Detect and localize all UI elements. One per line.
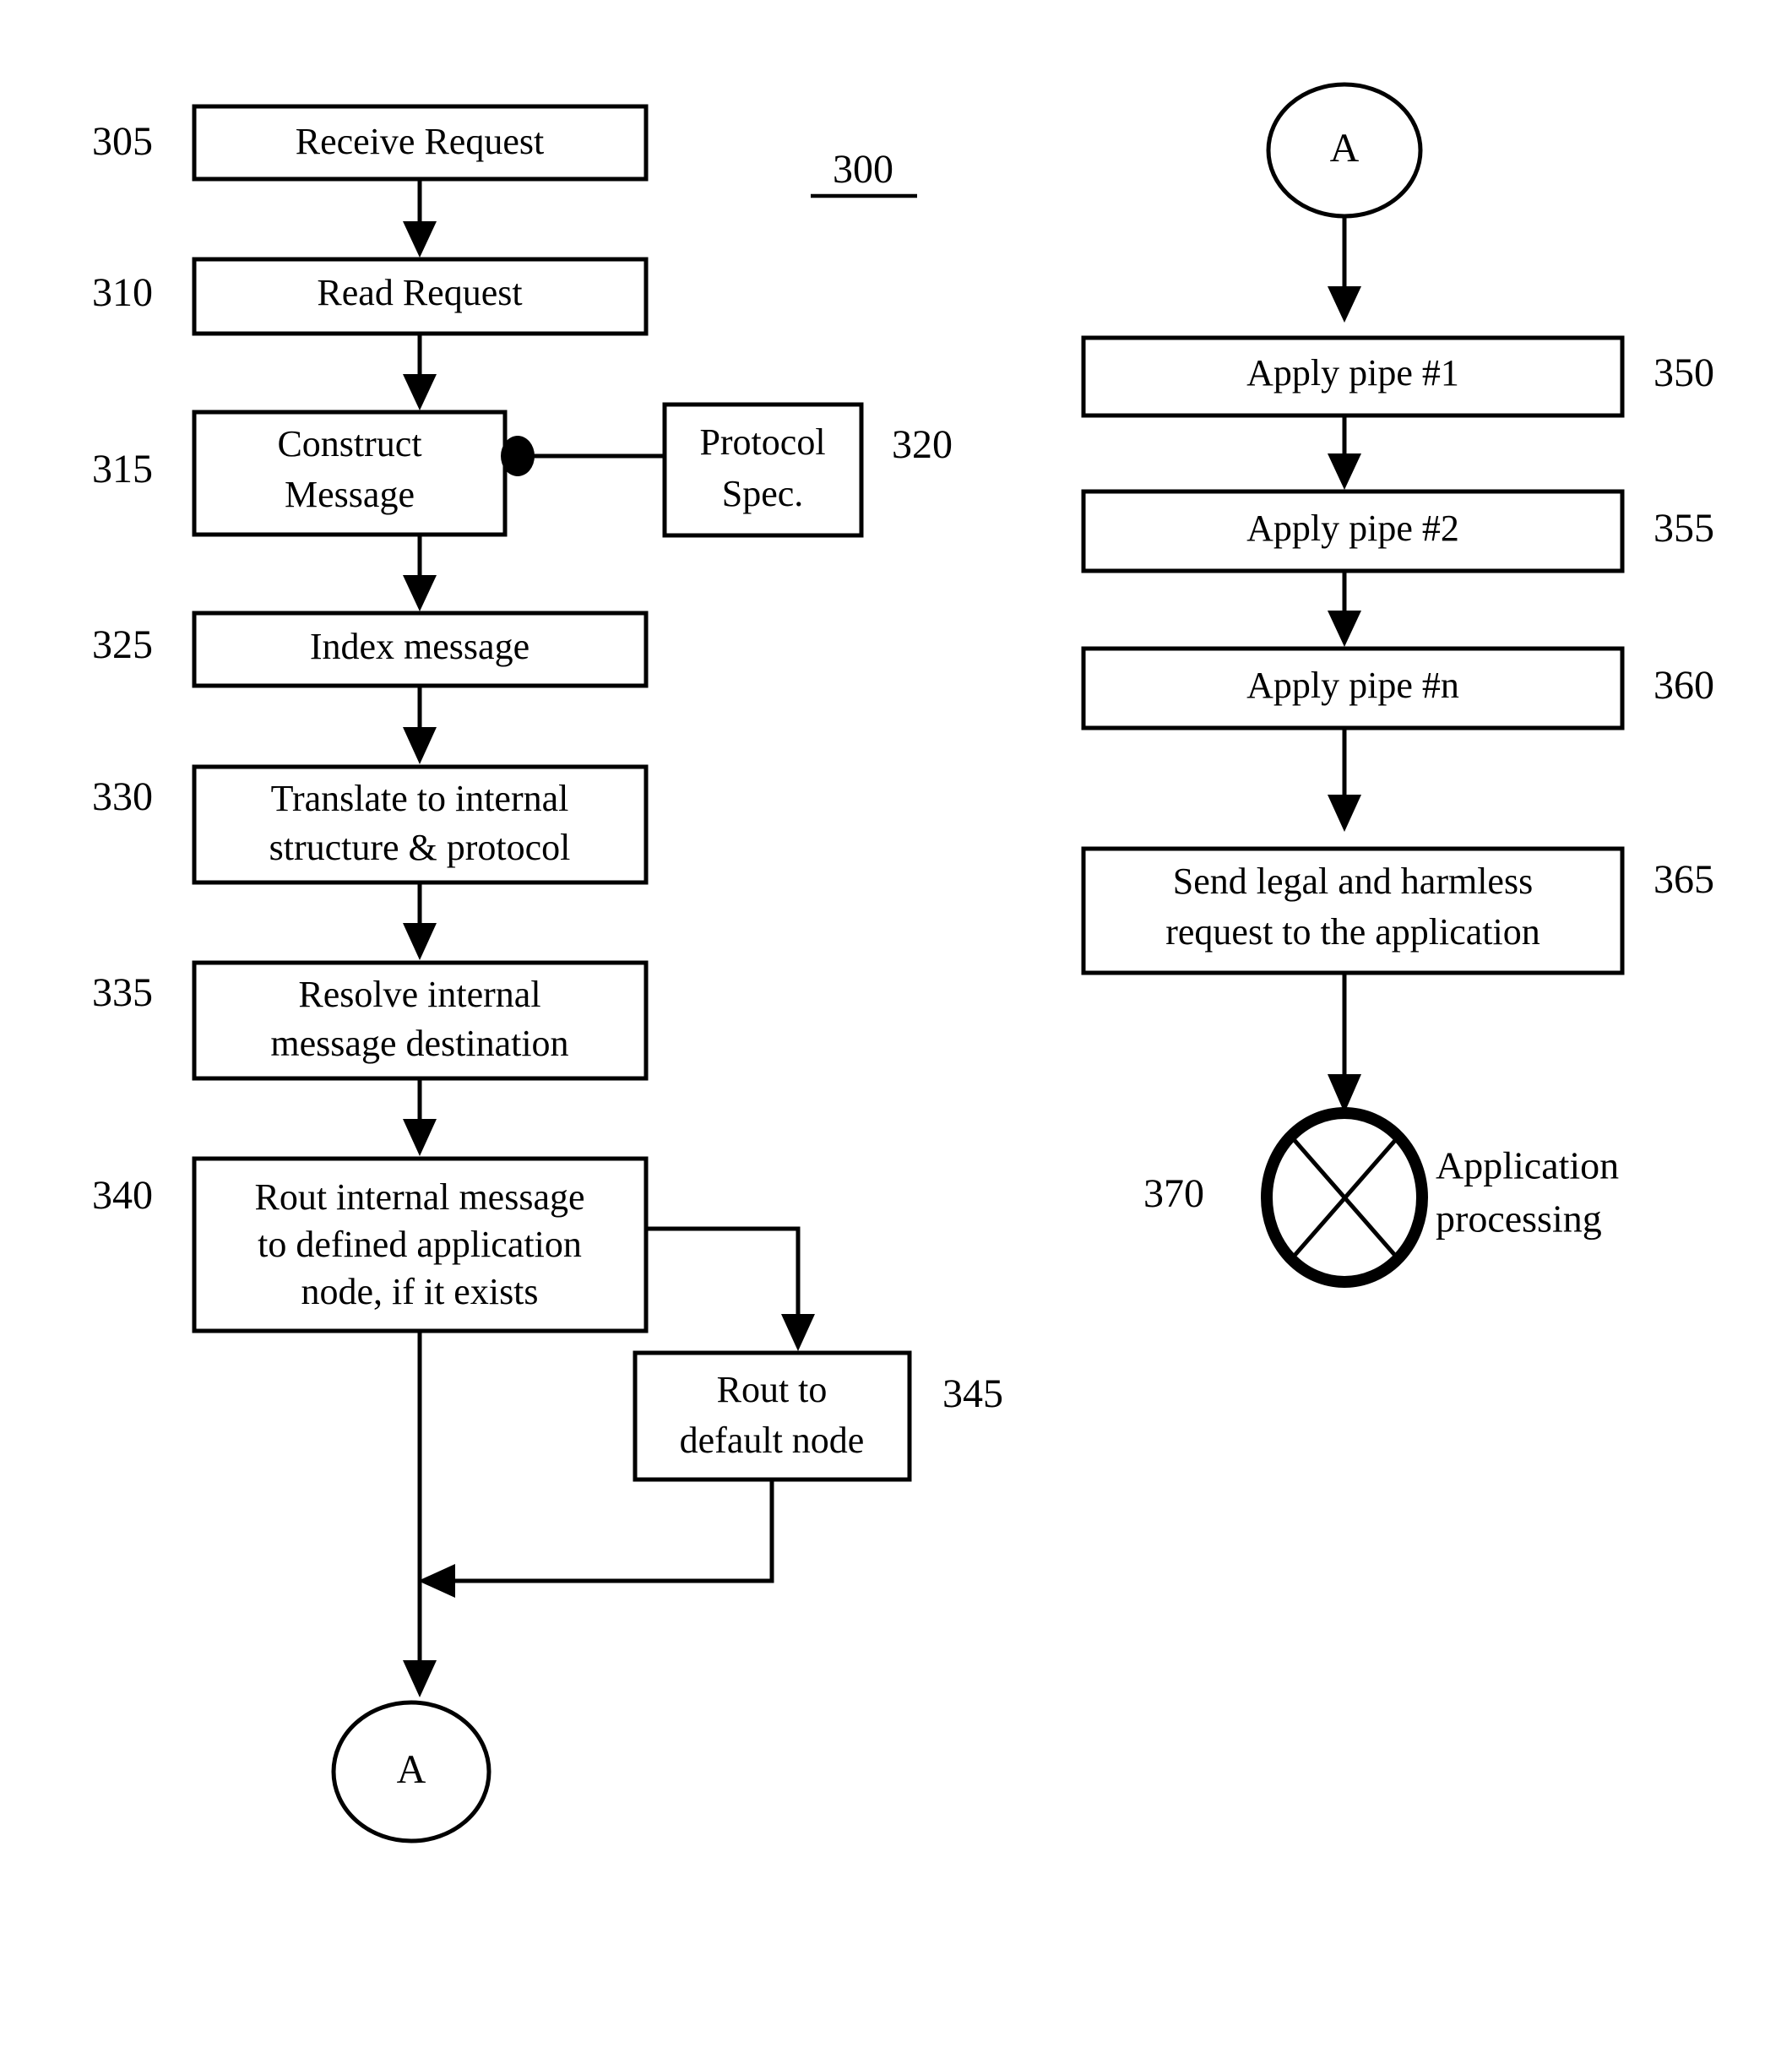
arrow-330-to-335 [403, 882, 437, 960]
figure-number-group: 300 [811, 147, 917, 198]
step-355-group[interactable]: Apply pipe #2 355 [1081, 489, 1714, 573]
step-305-group[interactable]: 305 Receive Request [92, 104, 649, 182]
step-label-construct-message-line1: Construct [277, 423, 421, 464]
connector-a-exit-group[interactable]: A [331, 1700, 491, 1843]
step-label-protocol-spec-line2: Spec. [722, 473, 804, 514]
patent-figure-canvas: 300 305 Receive Request 310 Read Request [0, 0, 1792, 2047]
step-label-read-request: Read Request [317, 272, 522, 313]
step-label-send-line2: request to the application [1165, 911, 1540, 953]
terminal-label-line1: Application [1436, 1144, 1619, 1187]
protocol-spec-link-group [501, 436, 667, 476]
ref-number-350: 350 [1654, 350, 1714, 395]
step-label-send-line1: Send legal and harmless [1173, 861, 1533, 902]
connector-a-entry-label: A [1330, 126, 1360, 171]
ref-number-305: 305 [92, 119, 153, 164]
step-label-translate-line1: Translate to internal [271, 778, 569, 819]
ref-number-345: 345 [942, 1371, 1003, 1416]
arrow-335-to-340 [403, 1078, 437, 1156]
step-310-group[interactable]: 310 Read Request [92, 257, 649, 336]
ref-number-310: 310 [92, 270, 153, 315]
ref-number-340: 340 [92, 1173, 153, 1218]
arrow-325-to-330 [403, 686, 437, 764]
arrow-connector-a-to-350 [1328, 216, 1361, 323]
arrow-310-to-315 [403, 334, 437, 410]
step-label-apply-pipe-n: Apply pipe #n [1246, 665, 1459, 706]
ref-number-335: 335 [92, 970, 153, 1015]
arrow-360-to-365 [1328, 728, 1361, 832]
figure-number: 300 [833, 147, 893, 192]
step-label-protocol-spec-line1: Protocol [699, 421, 825, 463]
step-label-rout-line2: to defined application [258, 1224, 582, 1265]
step-320-group[interactable]: Protocol Spec. 320 [662, 402, 953, 538]
ref-number-355: 355 [1654, 506, 1714, 551]
terminal-label-line2: processing [1436, 1197, 1602, 1241]
ref-number-330: 330 [92, 774, 153, 819]
ref-number-360: 360 [1654, 663, 1714, 708]
step-label-resolve-line2: message destination [270, 1023, 568, 1064]
branch-340-to-345 [646, 1226, 815, 1351]
terminal-370-group[interactable]: 370 Application processing [1143, 1107, 1619, 1288]
step-label-construct-message-line2: Message [285, 474, 415, 515]
step-label-translate-line2: structure & protocol [269, 827, 571, 868]
connector-a-entry-group[interactable]: A [1266, 82, 1423, 219]
ref-number-320: 320 [892, 422, 953, 467]
step-360-group[interactable]: Apply pipe #n 360 [1081, 646, 1714, 730]
arrow-350-to-355 [1328, 415, 1361, 490]
ref-number-365: 365 [1654, 857, 1714, 902]
junction-dot-icon [501, 436, 535, 476]
ref-number-315: 315 [92, 447, 153, 491]
step-365-group[interactable]: Send legal and harmless request to the a… [1081, 846, 1714, 975]
step-label-rout-line1: Rout internal message [254, 1176, 584, 1218]
ref-number-325: 325 [92, 622, 153, 667]
arrow-305-to-310 [403, 179, 437, 258]
arrow-355-to-360 [1328, 571, 1361, 647]
step-335-group[interactable]: 335 Resolve internal message destination [92, 960, 649, 1081]
return-path-345-to-spine [418, 1480, 774, 1598]
step-label-default-line1: Rout to [717, 1369, 828, 1410]
step-315-group[interactable]: 315 Construct Message [92, 410, 508, 537]
step-label-receive-request: Receive Request [296, 121, 544, 162]
connector-a-exit-label: A [397, 1747, 426, 1792]
arrow-365-to-370 [1328, 973, 1361, 1113]
step-label-rout-line3: node, if it exists [301, 1271, 538, 1312]
step-label-resolve-line1: Resolve internal [298, 974, 540, 1015]
ref-number-370: 370 [1143, 1171, 1204, 1216]
step-label-index-message: Index message [310, 626, 529, 667]
step-325-group[interactable]: 325 Index message [92, 611, 649, 688]
flowchart-diagram: 300 305 Receive Request 310 Read Request [92, 82, 1714, 1843]
step-label-apply-pipe-1: Apply pipe #1 [1246, 352, 1459, 394]
spine-340-to-connector-a [403, 1331, 437, 1697]
step-330-group[interactable]: 330 Translate to internal structure & pr… [92, 764, 649, 885]
step-345-group[interactable]: Rout to default node 345 [633, 1350, 1003, 1482]
step-340-group[interactable]: 340 Rout internal message to defined app… [92, 1156, 649, 1333]
arrow-315-to-325 [403, 535, 437, 611]
step-350-group[interactable]: Apply pipe #1 350 [1081, 335, 1714, 418]
step-label-default-line2: default node [680, 1420, 865, 1461]
step-label-apply-pipe-2: Apply pipe #2 [1246, 508, 1459, 549]
